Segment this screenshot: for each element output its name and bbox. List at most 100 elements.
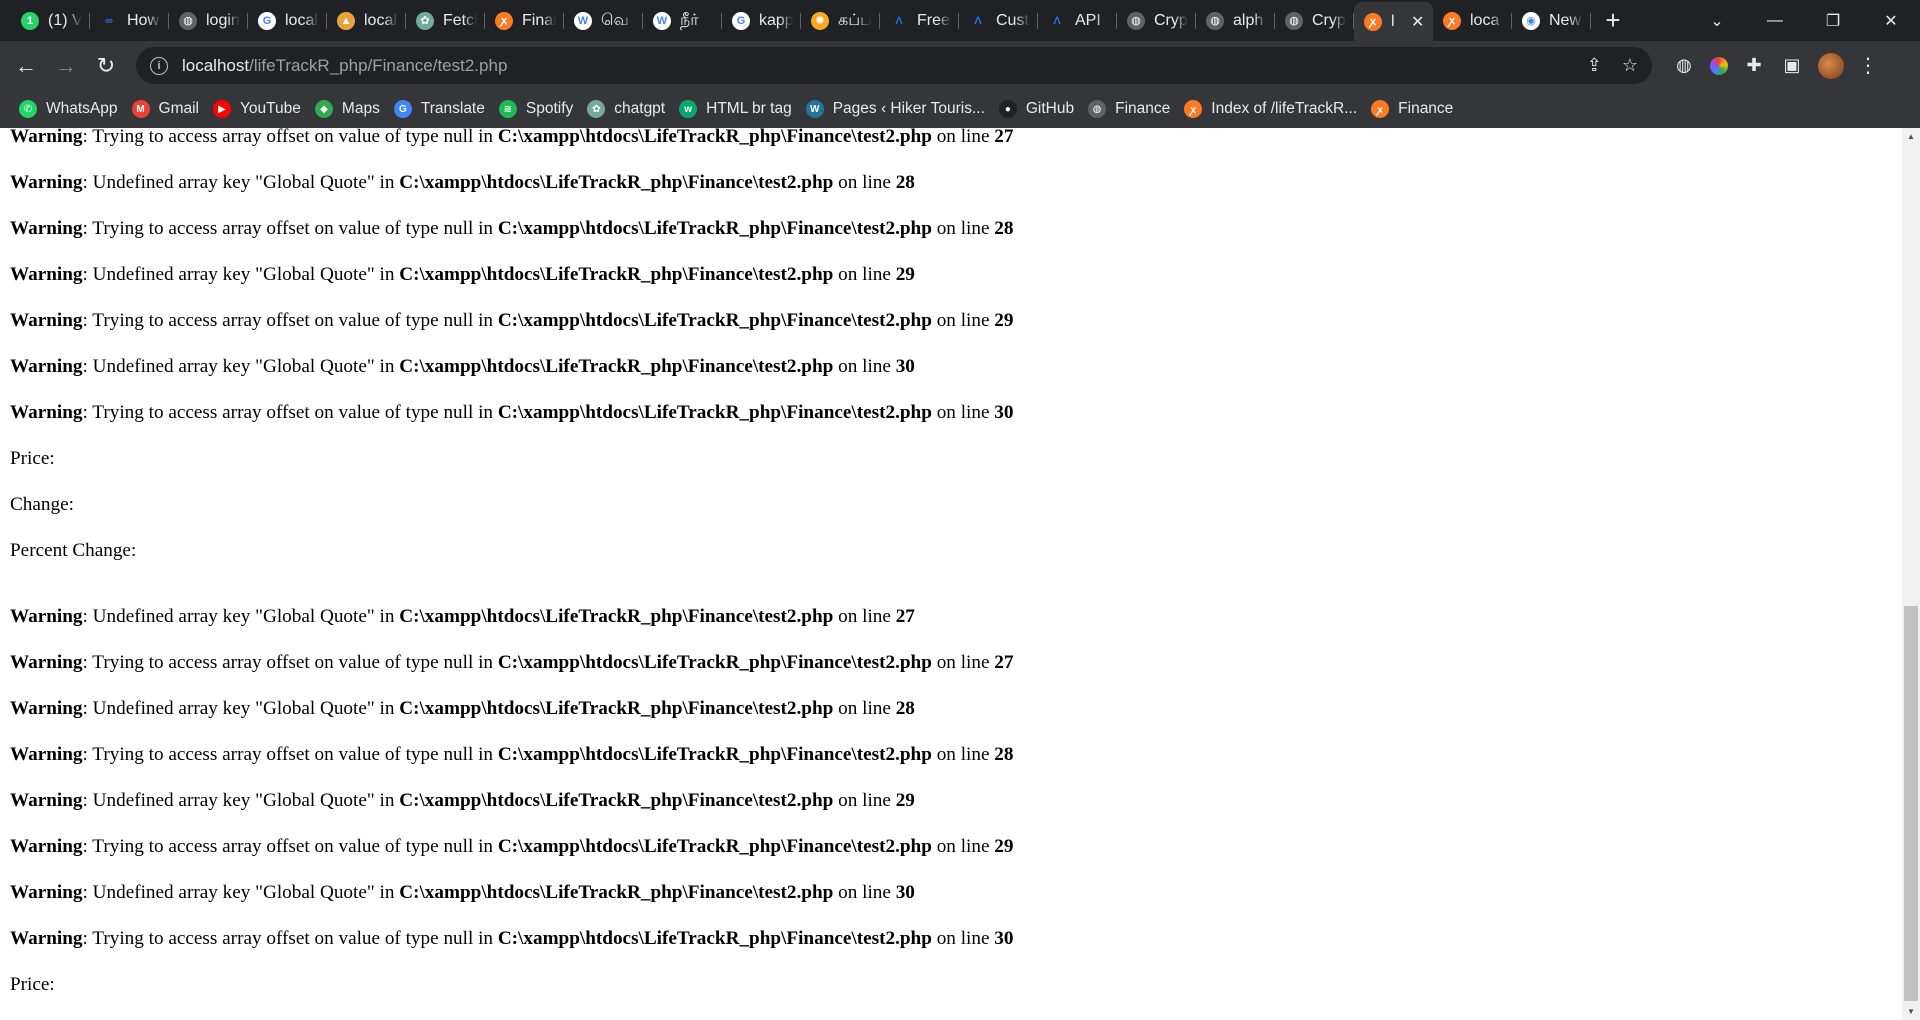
bookmark-item[interactable]: W Pages ‹ Hiker Touris... [802, 94, 995, 124]
side-panel-icon[interactable]: ▣ [1780, 54, 1804, 78]
bookmark-item[interactable]: ◆ Maps [311, 94, 390, 124]
output-text: Price: [10, 448, 55, 469]
warning-label: Warning [10, 882, 83, 903]
warning-file-path: C:\xampp\htdocs\LifeTrackR_php\Finance\t… [497, 744, 932, 765]
tab[interactable]: ∞ How [90, 0, 169, 41]
warning-on-line: on line [833, 790, 896, 811]
tab[interactable]: 1 (1) V [11, 0, 90, 41]
vertical-scrollbar[interactable]: ▲ ▼ [1902, 128, 1920, 1020]
avatar[interactable] [1818, 52, 1844, 79]
scrollbar-thumb[interactable] [1904, 606, 1918, 1001]
extension-circle-icon[interactable]: ◍ [1672, 54, 1696, 78]
bookmark-item[interactable]: ✆ WhatsApp [15, 94, 128, 124]
warning-label: Warning [10, 836, 83, 857]
share-icon[interactable]: ⇪ [1587, 55, 1602, 76]
warning-label: Warning [10, 264, 83, 285]
bookmark-item[interactable]: M Gmail [128, 94, 209, 124]
php-warning: Warning: Trying to access array offset o… [10, 298, 1890, 344]
scroll-up-arrow-icon[interactable]: ▲ [1902, 128, 1920, 145]
tab[interactable]: ◉ New [1512, 0, 1591, 41]
tab-title: alph [1233, 11, 1264, 29]
bookmark-item[interactable]: ꭗ Index of /lifeTrackR... [1180, 94, 1367, 124]
tab-title: Finan [522, 11, 556, 29]
tab[interactable]: Λ Cust [959, 0, 1038, 41]
tab[interactable]: Gkapp [722, 0, 801, 41]
bookmark-item[interactable]: ꭗ Finance [1367, 94, 1463, 124]
a-logo-icon: Λ [969, 11, 987, 30]
bookmark-item[interactable]: ≋ Spotify [495, 94, 583, 124]
close-window-button[interactable]: ✕ [1862, 0, 1920, 41]
tab[interactable]: Λ Free [880, 0, 959, 41]
bookmark-item[interactable]: ◍ Finance [1084, 94, 1180, 124]
close-tab-icon[interactable]: ✕ [1411, 12, 1425, 32]
puzzle-icon[interactable]: ✚ [1742, 54, 1766, 78]
warning-label: Warning [10, 744, 83, 765]
globe-icon: ◍ [179, 11, 197, 30]
color-wheel-extension-icon[interactable] [1710, 56, 1728, 75]
tab[interactable]: W வெ [564, 0, 643, 41]
tab[interactable]: Glocal [248, 0, 327, 41]
tab[interactable]: W நீர் [643, 0, 722, 41]
warning-on-line: on line [931, 218, 995, 239]
php-warning: Warning: Trying to access array offset o… [10, 916, 1890, 962]
chevron-down-icon: ⌄ [1710, 12, 1724, 30]
minimize-button[interactable]: — [1746, 0, 1804, 41]
tab[interactable]: ▲ local [327, 0, 406, 41]
warning-label: Warning [10, 356, 83, 377]
reload-button[interactable]: ↻ [86, 46, 126, 86]
warning-line-number: 30 [895, 356, 915, 377]
bookmark-label: Maps [341, 100, 380, 117]
warning-file-path: C:\xampp\htdocs\LifeTrackR_php\Finance\t… [399, 356, 834, 377]
tab-title: Fetch [443, 11, 477, 29]
warning-file-path: C:\xampp\htdocs\LifeTrackR_php\Finance\t… [497, 652, 932, 673]
warning-line-number: 30 [895, 882, 915, 903]
warning-on-line: on line [833, 264, 896, 285]
tab[interactable]: Λ API [1038, 0, 1117, 41]
warning-message: : Undefined array key "Global Quote" in [82, 264, 400, 285]
tab-title: Cryp [1312, 11, 1346, 29]
tab[interactable]: ◍ login [169, 0, 248, 41]
tab[interactable]: ꭗ loca [1433, 0, 1512, 41]
star-icon[interactable]: ☆ [1622, 55, 1638, 76]
gmail-icon: M [131, 100, 150, 118]
bookmark-item[interactable]: G Translate [390, 94, 495, 124]
restore-button[interactable]: ❐ [1804, 0, 1862, 41]
tab-search-button[interactable]: ⌄ [1694, 0, 1740, 41]
output-text: Change: [10, 1008, 1890, 1020]
tab[interactable]: ◍ Cryp [1117, 0, 1196, 41]
back-button[interactable]: ← [6, 46, 46, 86]
tab[interactable]: ✿ Fetch [406, 0, 485, 41]
php-warning: Warning: Trying to access array offset o… [10, 390, 1890, 436]
bookmark-item[interactable]: ✿ chatgpt [583, 94, 675, 124]
page-content: Warning: Trying to access array offset o… [0, 128, 1902, 1020]
tab[interactable]: ✺ கப்ப [801, 0, 880, 41]
tab-title: Cryp [1154, 11, 1188, 29]
tab-title: Cust [996, 11, 1029, 29]
warning-message: : Trying to access array offset on value… [82, 652, 498, 673]
warning-line-number: 29 [994, 310, 1014, 331]
url-host: localhost [182, 55, 250, 75]
warning-message: : Trying to access array offset on value… [82, 836, 498, 857]
info-icon[interactable]: i [150, 56, 168, 75]
tab[interactable]: ꭗ l ✕ [1354, 2, 1433, 41]
restore-icon: ❐ [1825, 12, 1841, 30]
warning-line-number: 28 [994, 744, 1014, 765]
bookmark-item[interactable]: ● GitHub [995, 94, 1084, 124]
warning-on-line: on line [931, 402, 995, 423]
menu-icon[interactable]: ⋮ [1858, 53, 1878, 78]
tab[interactable]: ◍ alph [1196, 0, 1275, 41]
bookmark-item[interactable]: w HTML br tag [675, 94, 802, 124]
forward-button[interactable]: → [46, 46, 86, 86]
minimize-icon: — [1767, 11, 1783, 29]
address-bar[interactable]: i localhost/lifeTrackR_php/Finance/test2… [136, 47, 1652, 84]
tab[interactable]: ◍ Cryp [1275, 0, 1354, 41]
bookmark-item[interactable]: ▶ YouTube [209, 94, 311, 124]
tab[interactable]: ꭗ Finan [485, 0, 564, 41]
warning-on-line: on line [833, 698, 896, 719]
warning-on-line: on line [833, 356, 896, 377]
bookmark-label: Finance [1115, 100, 1171, 117]
warning-line-number: 29 [994, 836, 1014, 857]
new-tab-button[interactable]: + [1591, 0, 1635, 41]
warning-file-path: C:\xampp\htdocs\LifeTrackR_php\Finance\t… [497, 218, 932, 239]
scroll-down-arrow-icon[interactable]: ▼ [1902, 1003, 1920, 1020]
